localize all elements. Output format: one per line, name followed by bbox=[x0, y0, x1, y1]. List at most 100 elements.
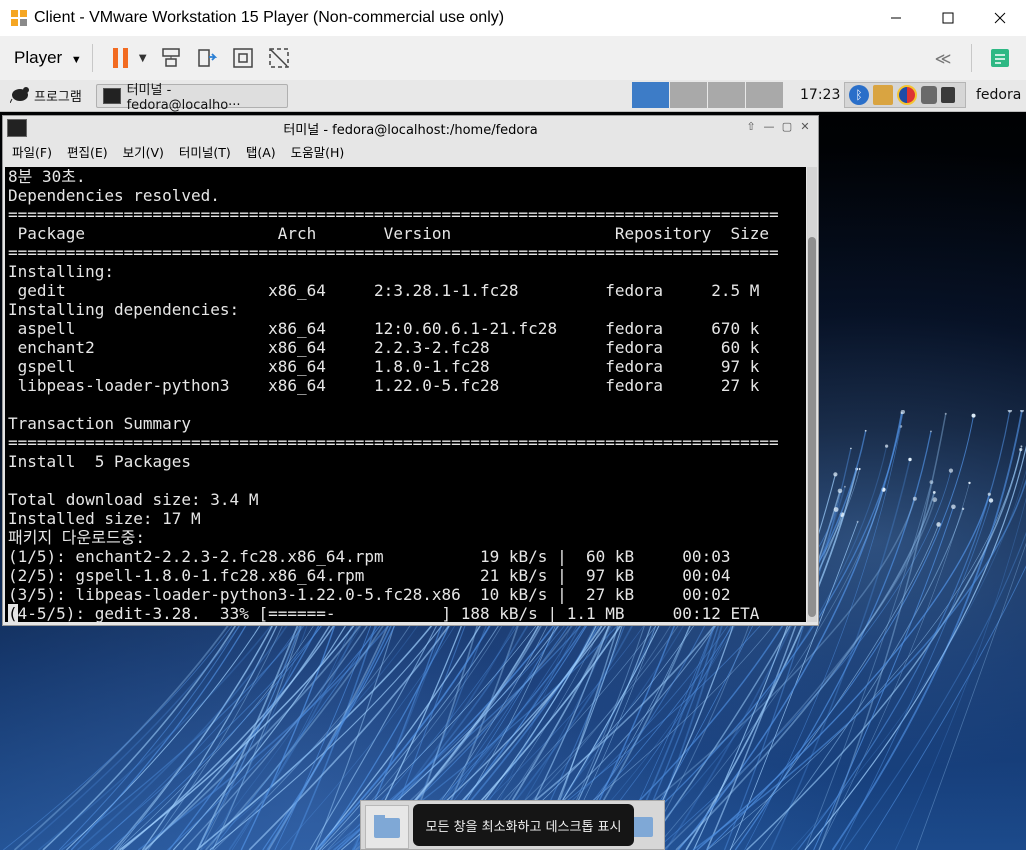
terminal-line: Transaction Summary bbox=[8, 414, 192, 433]
toolbar-divider bbox=[971, 44, 972, 72]
package-updates-icon[interactable] bbox=[873, 85, 893, 105]
minimize-button[interactable] bbox=[870, 0, 922, 36]
fiber-strand bbox=[844, 531, 1026, 850]
xfce-top-panel: 프로그램 터미널 - fedora@localho··· 17:23 ᛒ fed… bbox=[0, 80, 1026, 113]
terminal-line: 패키지 다운로드중: bbox=[8, 528, 146, 547]
fiber-tip bbox=[833, 507, 839, 512]
terminal-scrollbar[interactable] bbox=[807, 167, 817, 622]
menu-edit[interactable]: 편집(E) bbox=[67, 142, 108, 161]
dock-home-folder[interactable] bbox=[365, 805, 409, 849]
applications-menu-button[interactable]: 프로그램 bbox=[9, 85, 82, 107]
terminal-maximize-button[interactable]: ▢ bbox=[778, 119, 796, 135]
panel-clock[interactable]: 17:23 bbox=[800, 87, 840, 103]
menu-file[interactable]: 파일(F) bbox=[12, 142, 52, 161]
scrollbar-thumb[interactable] bbox=[808, 237, 816, 617]
fiber-tip bbox=[850, 447, 852, 450]
vmware-titlebar: Client - VMware Workstation 15 Player (N… bbox=[0, 0, 1026, 36]
terminal-line: ========================================… bbox=[8, 205, 779, 224]
download-progress-line: (4-5/5): gedit-3.28. 33% [======- ] 188 … bbox=[8, 604, 806, 622]
terminal-line: enchant2 x86_64 2.2.3-2.fc28 fedora 60 k bbox=[8, 338, 760, 357]
removable-devices-icon[interactable] bbox=[195, 46, 219, 70]
panel-user-menu[interactable]: fedora bbox=[976, 87, 1021, 103]
fiber-tip bbox=[856, 520, 859, 523]
fiber-tip bbox=[864, 429, 867, 432]
send-ctrl-alt-del-icon[interactable] bbox=[159, 46, 183, 70]
pause-dropdown-icon[interactable]: ▼ bbox=[139, 53, 147, 64]
terminal-line: (2/5): gspell-1.8.0-1.fc28.x86_64.rpm 21… bbox=[8, 566, 731, 585]
terminal-minimize-button[interactable]: — bbox=[760, 119, 778, 135]
network-icon[interactable] bbox=[921, 86, 937, 104]
chevron-down-icon: ▼ bbox=[70, 54, 82, 66]
fiber-tip bbox=[837, 488, 843, 494]
terminal-line: 8분 30초. bbox=[8, 167, 86, 186]
power-icon[interactable] bbox=[941, 87, 955, 103]
fiber-tip bbox=[1019, 410, 1024, 413]
stick-window-icon[interactable]: ⇧ bbox=[742, 119, 760, 135]
fiber-strand bbox=[915, 542, 1026, 850]
fiber-tip bbox=[988, 498, 994, 503]
terminal-icon bbox=[7, 119, 27, 137]
terminal-line: gspell x86_64 1.8.0-1.fc28 fedora 97 k bbox=[8, 357, 760, 376]
double-chevron-left-icon[interactable]: ≪ bbox=[931, 46, 955, 70]
fiber-tip bbox=[944, 412, 947, 415]
window-title: Client - VMware Workstation 15 Player (N… bbox=[34, 9, 505, 26]
terminal-line: (1/5): enchant2-2.2.3-2.fc28.x86_64.rpm … bbox=[8, 547, 731, 566]
toolbar-divider bbox=[91, 44, 93, 72]
menu-help[interactable]: 도움말(H) bbox=[291, 142, 345, 161]
fiber-tip bbox=[1020, 445, 1023, 448]
fiber-tip bbox=[1007, 410, 1013, 413]
fiber-tip bbox=[1019, 447, 1023, 452]
terminal-line: Install 5 Packages bbox=[8, 452, 192, 471]
terminal-line: (3/5): libpeas-loader-python3-1.22.0-5.f… bbox=[8, 585, 731, 604]
workspace-switcher bbox=[632, 82, 784, 108]
fiber-tip bbox=[930, 430, 932, 433]
terminal-close-button[interactable]: ✕ bbox=[796, 119, 814, 135]
applications-menu-label: 프로그램 bbox=[34, 90, 82, 105]
folder-icon bbox=[374, 815, 400, 838]
xfce-mouse-icon bbox=[9, 85, 30, 107]
fiber-strand bbox=[818, 413, 947, 850]
fiber-tip bbox=[885, 444, 889, 448]
pause-button[interactable] bbox=[109, 46, 133, 70]
workspace-3[interactable] bbox=[708, 82, 745, 108]
menu-terminal[interactable]: 터미널(T) bbox=[179, 142, 231, 161]
fiber-tip bbox=[971, 413, 976, 418]
terminal-cursor: ( bbox=[8, 604, 18, 622]
maximize-button[interactable] bbox=[922, 0, 974, 36]
fiber-strand bbox=[818, 482, 970, 850]
terminal-line: Total download size: 3.4 M bbox=[8, 490, 259, 509]
terminal-screen[interactable]: 8분 30초. Dependencies resolved. ===========… bbox=[5, 167, 806, 622]
terminal-titlebar[interactable]: 터미널 - fedora@localhost:/home/fedora ⇧ — … bbox=[3, 116, 818, 140]
workspace-2[interactable] bbox=[670, 82, 707, 108]
fiber-strand bbox=[863, 565, 1026, 850]
terminal-line: Dependencies resolved. bbox=[8, 186, 220, 205]
taskbar-item-terminal[interactable]: 터미널 - fedora@localho··· bbox=[95, 83, 288, 113]
workspace-4[interactable] bbox=[746, 82, 783, 108]
close-button[interactable] bbox=[974, 0, 1026, 36]
fiber-tip bbox=[912, 496, 917, 501]
fiber-strand bbox=[894, 497, 1026, 850]
fiber-tip bbox=[843, 485, 846, 488]
fiber-strand bbox=[804, 445, 1026, 850]
korean-input-method-icon[interactable] bbox=[897, 85, 917, 105]
terminal-line: gedit x86_64 2:3.28.1-1.fc28 fedora 2.5 … bbox=[8, 281, 760, 300]
guest-desktop[interactable]: 프로그램 터미널 - fedora@localho··· 17:23 ᛒ fed… bbox=[0, 80, 1026, 850]
progress-text: 4-5/5): gedit-3.28. 33% [======- ] 188 k… bbox=[17, 604, 760, 622]
show-desktop-tooltip: 모든 창을 최소화하고 데스크톱 표시 bbox=[413, 804, 634, 846]
terminal-line: Installing dependencies: bbox=[8, 300, 240, 319]
menu-tabs[interactable]: 탭(A) bbox=[246, 142, 276, 161]
terminal-window[interactable]: 터미널 - fedora@localhost:/home/fedora ⇧ — … bbox=[2, 115, 819, 626]
bluetooth-icon[interactable]: ᛒ bbox=[849, 85, 869, 105]
fiber-tip bbox=[908, 457, 912, 462]
terminal-icon bbox=[102, 87, 121, 104]
taskbar-item-label: 터미널 - fedora@localho··· bbox=[126, 82, 241, 113]
fiber-tip bbox=[948, 468, 954, 473]
menu-view[interactable]: 보기(V) bbox=[123, 142, 164, 161]
notes-icon[interactable] bbox=[988, 46, 1012, 70]
workspace-1[interactable] bbox=[632, 82, 669, 108]
unity-mode-icon[interactable] bbox=[267, 46, 291, 70]
fiber-tip bbox=[987, 492, 991, 496]
player-menu-button[interactable]: Player ▼ bbox=[14, 48, 82, 68]
fullscreen-icon[interactable] bbox=[231, 46, 255, 70]
